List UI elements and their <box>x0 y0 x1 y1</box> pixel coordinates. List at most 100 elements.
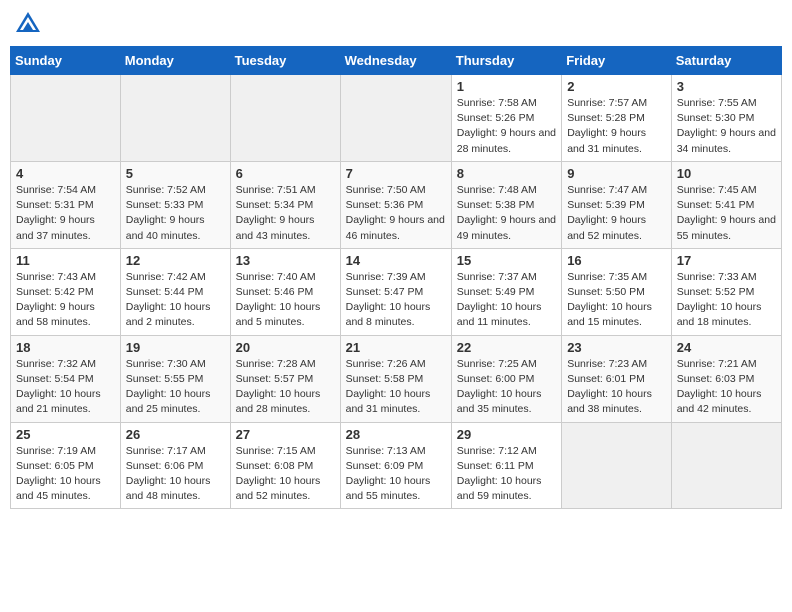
calendar-cell <box>230 75 340 162</box>
calendar-cell: 26 Sunrise: 7:17 AM Sunset: 6:06 PM Dayli… <box>120 422 230 509</box>
day-number: 1 <box>457 79 556 94</box>
day-number: 23 <box>567 340 666 355</box>
calendar-cell: 9Sunrise: 7:47 AM Sunset: 5:39 PM Daylig… <box>562 161 672 248</box>
day-number: 26 <box>126 427 225 442</box>
day-number: 4 <box>16 166 115 181</box>
day-number: 16 <box>567 253 666 268</box>
calendar-week-5: 25 Sunrise: 7:19 AM Sunset: 6:05 PM Dayli… <box>11 422 782 509</box>
calendar-cell: 23 Sunrise: 7:23 AM Sunset: 6:01 PM Dayli… <box>562 335 672 422</box>
day-info: Sunrise: 7:52 AM Sunset: 5:33 PM Dayligh… <box>126 183 225 244</box>
day-info: Sunrise: 7:51 AM Sunset: 5:34 PM Dayligh… <box>236 183 335 244</box>
calendar-cell: 8Sunrise: 7:48 AM Sunset: 5:38 PM Daylig… <box>451 161 561 248</box>
calendar-cell: 14 Sunrise: 7:39 AM Sunset: 5:47 PM Dayli… <box>340 248 451 335</box>
calendar-cell: 5 Sunrise: 7:52 AM Sunset: 5:33 PM Daylig… <box>120 161 230 248</box>
calendar-cell <box>120 75 230 162</box>
day-number: 10 <box>677 166 776 181</box>
day-info: Sunrise: 7:39 AM Sunset: 5:47 PM Dayligh… <box>346 270 446 331</box>
day-info: Sunrise: 7:17 AM Sunset: 6:06 PM Dayligh… <box>126 444 225 505</box>
day-info: Sunrise: 7:45 AM Sunset: 5:41 PM Dayligh… <box>677 183 776 244</box>
page-header <box>10 10 782 38</box>
day-number: 18 <box>16 340 115 355</box>
day-info: Sunrise: 7:19 AM Sunset: 6:05 PM Dayligh… <box>16 444 115 505</box>
day-info: Sunrise: 7:37 AM Sunset: 5:49 PM Dayligh… <box>457 270 556 331</box>
calendar-cell <box>340 75 451 162</box>
day-info: Sunrise: 7:21 AM Sunset: 6:03 PM Dayligh… <box>677 357 776 418</box>
day-number: 17 <box>677 253 776 268</box>
day-info: Sunrise: 7:40 AM Sunset: 5:46 PM Dayligh… <box>236 270 335 331</box>
day-info: Sunrise: 7:15 AM Sunset: 6:08 PM Dayligh… <box>236 444 335 505</box>
calendar-cell: 1 Sunrise: 7:58 AM Sunset: 5:26 PM Daylig… <box>451 75 561 162</box>
calendar-header-row: SundayMondayTuesdayWednesdayThursdayFrid… <box>11 47 782 75</box>
calendar-cell: 4Sunrise: 7:54 AM Sunset: 5:31 PM Daylig… <box>11 161 121 248</box>
calendar-cell: 12 Sunrise: 7:42 AM Sunset: 5:44 PM Dayli… <box>120 248 230 335</box>
calendar-cell: 24 Sunrise: 7:21 AM Sunset: 6:03 PM Dayli… <box>671 335 781 422</box>
day-info: Sunrise: 7:58 AM Sunset: 5:26 PM Dayligh… <box>457 96 556 157</box>
day-info: Sunrise: 7:26 AM Sunset: 5:58 PM Dayligh… <box>346 357 446 418</box>
calendar-cell: 15Sunrise: 7:37 AM Sunset: 5:49 PM Dayli… <box>451 248 561 335</box>
day-number: 21 <box>346 340 446 355</box>
calendar-cell <box>562 422 672 509</box>
day-number: 13 <box>236 253 335 268</box>
calendar-cell: 18 Sunrise: 7:32 AM Sunset: 5:54 PM Dayli… <box>11 335 121 422</box>
calendar-cell: 10 Sunrise: 7:45 AM Sunset: 5:41 PM Dayli… <box>671 161 781 248</box>
day-info: Sunrise: 7:23 AM Sunset: 6:01 PM Dayligh… <box>567 357 666 418</box>
day-info: Sunrise: 7:43 AM Sunset: 5:42 PM Dayligh… <box>16 270 115 331</box>
calendar-table: SundayMondayTuesdayWednesdayThursdayFrid… <box>10 46 782 509</box>
day-number: 27 <box>236 427 335 442</box>
day-number: 7 <box>346 166 446 181</box>
day-number: 20 <box>236 340 335 355</box>
day-number: 24 <box>677 340 776 355</box>
day-number: 22 <box>457 340 556 355</box>
calendar-cell <box>671 422 781 509</box>
day-number: 29 <box>457 427 556 442</box>
calendar-week-2: 4Sunrise: 7:54 AM Sunset: 5:31 PM Daylig… <box>11 161 782 248</box>
day-number: 14 <box>346 253 446 268</box>
col-header-tuesday: Tuesday <box>230 47 340 75</box>
calendar-week-1: 1 Sunrise: 7:58 AM Sunset: 5:26 PM Daylig… <box>11 75 782 162</box>
day-info: Sunrise: 7:42 AM Sunset: 5:44 PM Dayligh… <box>126 270 225 331</box>
day-number: 19 <box>126 340 225 355</box>
calendar-cell: 6 Sunrise: 7:51 AM Sunset: 5:34 PM Daylig… <box>230 161 340 248</box>
calendar-cell: 28 Sunrise: 7:13 AM Sunset: 6:09 PM Dayli… <box>340 422 451 509</box>
calendar-cell: 2Sunrise: 7:57 AM Sunset: 5:28 PM Daylig… <box>562 75 672 162</box>
logo <box>14 10 46 38</box>
day-info: Sunrise: 7:25 AM Sunset: 6:00 PM Dayligh… <box>457 357 556 418</box>
day-info: Sunrise: 7:35 AM Sunset: 5:50 PM Dayligh… <box>567 270 666 331</box>
day-number: 6 <box>236 166 335 181</box>
calendar-cell: 3 Sunrise: 7:55 AM Sunset: 5:30 PM Daylig… <box>671 75 781 162</box>
calendar-week-4: 18 Sunrise: 7:32 AM Sunset: 5:54 PM Dayli… <box>11 335 782 422</box>
calendar-cell: 7 Sunrise: 7:50 AM Sunset: 5:36 PM Daylig… <box>340 161 451 248</box>
day-info: Sunrise: 7:13 AM Sunset: 6:09 PM Dayligh… <box>346 444 446 505</box>
day-info: Sunrise: 7:48 AM Sunset: 5:38 PM Dayligh… <box>457 183 556 244</box>
calendar-cell: 27 Sunrise: 7:15 AM Sunset: 6:08 PM Dayli… <box>230 422 340 509</box>
day-info: Sunrise: 7:28 AM Sunset: 5:57 PM Dayligh… <box>236 357 335 418</box>
day-number: 9 <box>567 166 666 181</box>
calendar-cell: 29 Sunrise: 7:12 AM Sunset: 6:11 PM Dayli… <box>451 422 561 509</box>
calendar-week-3: 11Sunrise: 7:43 AM Sunset: 5:42 PM Dayli… <box>11 248 782 335</box>
col-header-monday: Monday <box>120 47 230 75</box>
day-number: 28 <box>346 427 446 442</box>
day-info: Sunrise: 7:50 AM Sunset: 5:36 PM Dayligh… <box>346 183 446 244</box>
day-number: 12 <box>126 253 225 268</box>
day-info: Sunrise: 7:12 AM Sunset: 6:11 PM Dayligh… <box>457 444 556 505</box>
day-info: Sunrise: 7:55 AM Sunset: 5:30 PM Dayligh… <box>677 96 776 157</box>
calendar-cell: 13 Sunrise: 7:40 AM Sunset: 5:46 PM Dayli… <box>230 248 340 335</box>
calendar-cell: 11Sunrise: 7:43 AM Sunset: 5:42 PM Dayli… <box>11 248 121 335</box>
day-number: 3 <box>677 79 776 94</box>
col-header-wednesday: Wednesday <box>340 47 451 75</box>
calendar-cell: 25 Sunrise: 7:19 AM Sunset: 6:05 PM Dayli… <box>11 422 121 509</box>
calendar-cell: 22 Sunrise: 7:25 AM Sunset: 6:00 PM Dayli… <box>451 335 561 422</box>
calendar-cell: 17Sunrise: 7:33 AM Sunset: 5:52 PM Dayli… <box>671 248 781 335</box>
day-number: 25 <box>16 427 115 442</box>
col-header-thursday: Thursday <box>451 47 561 75</box>
calendar-cell: 20 Sunrise: 7:28 AM Sunset: 5:57 PM Dayli… <box>230 335 340 422</box>
day-number: 2 <box>567 79 666 94</box>
calendar-cell: 19Sunrise: 7:30 AM Sunset: 5:55 PM Dayli… <box>120 335 230 422</box>
day-number: 5 <box>126 166 225 181</box>
col-header-sunday: Sunday <box>11 47 121 75</box>
col-header-saturday: Saturday <box>671 47 781 75</box>
logo-icon <box>14 10 42 38</box>
calendar-cell: 16 Sunrise: 7:35 AM Sunset: 5:50 PM Dayli… <box>562 248 672 335</box>
day-info: Sunrise: 7:32 AM Sunset: 5:54 PM Dayligh… <box>16 357 115 418</box>
calendar-cell <box>11 75 121 162</box>
